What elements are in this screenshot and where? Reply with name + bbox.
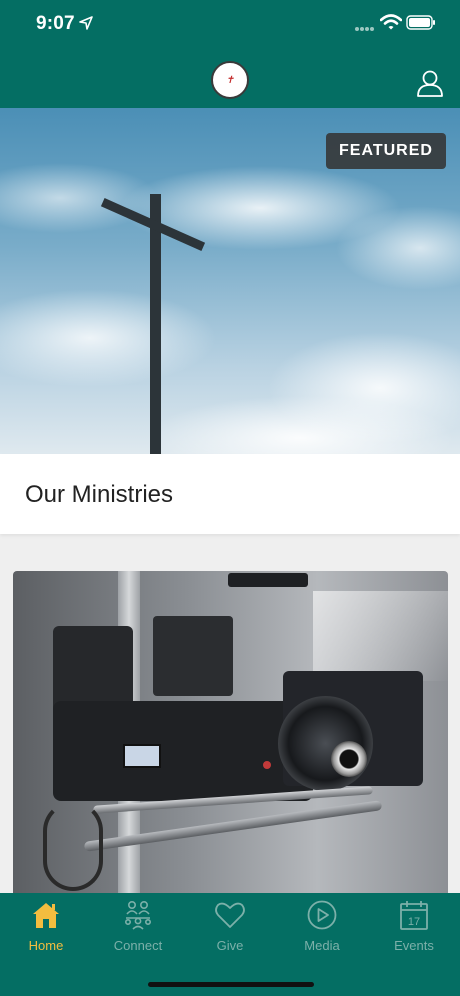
- tab-give[interactable]: Give: [184, 899, 276, 961]
- camera-lens-ring: [331, 741, 367, 777]
- tab-label: Media: [304, 938, 340, 953]
- featured-hero-image[interactable]: FEATURED: [0, 108, 460, 454]
- tab-events[interactable]: 17 Events: [368, 899, 460, 961]
- heart-icon: [215, 902, 245, 928]
- wifi-icon: [380, 14, 402, 30]
- section-title: Our Ministries: [25, 481, 174, 508]
- bottom-tab-bar: Home Connect Give Media 17 Events: [0, 893, 460, 996]
- ministry-card[interactable]: [13, 571, 448, 901]
- location-arrow-icon: [79, 16, 93, 30]
- play-icon: [307, 900, 337, 930]
- featured-badge: FEATURED: [326, 133, 446, 169]
- battery-icon: [406, 15, 435, 30]
- tab-label: Home: [28, 938, 64, 953]
- camera-cable: [43, 801, 103, 891]
- home-indicator[interactable]: [148, 982, 314, 987]
- tab-media[interactable]: Media: [276, 899, 368, 961]
- home-icon: [33, 903, 59, 928]
- tab-label: Events: [394, 938, 434, 953]
- section-header: Our Ministries: [0, 454, 460, 534]
- tab-home[interactable]: Home: [0, 899, 92, 961]
- logo-mark: ✝: [225, 74, 235, 86]
- tab-label: Give: [216, 938, 244, 953]
- stage-light: [313, 591, 448, 681]
- status-time: 9:07: [36, 13, 75, 34]
- camera-screen: [123, 744, 161, 768]
- svg-text:17: 17: [408, 916, 420, 928]
- tab-label: Connect: [113, 938, 163, 953]
- cellular-signal-icon: [355, 27, 374, 31]
- cross-image-vertical: [150, 194, 161, 454]
- calendar-icon: 17: [400, 901, 428, 930]
- camera-body: [53, 701, 313, 801]
- profile-button[interactable]: [416, 69, 444, 97]
- church-logo[interactable]: ✝: [211, 61, 249, 99]
- app-header: 9:07 ✝: [0, 0, 460, 108]
- connect-icon: [124, 900, 151, 930]
- tab-connect[interactable]: Connect: [92, 899, 184, 961]
- camera-handle: [228, 573, 308, 587]
- camera-top-unit: [153, 616, 233, 696]
- camera-record-light: [263, 761, 271, 769]
